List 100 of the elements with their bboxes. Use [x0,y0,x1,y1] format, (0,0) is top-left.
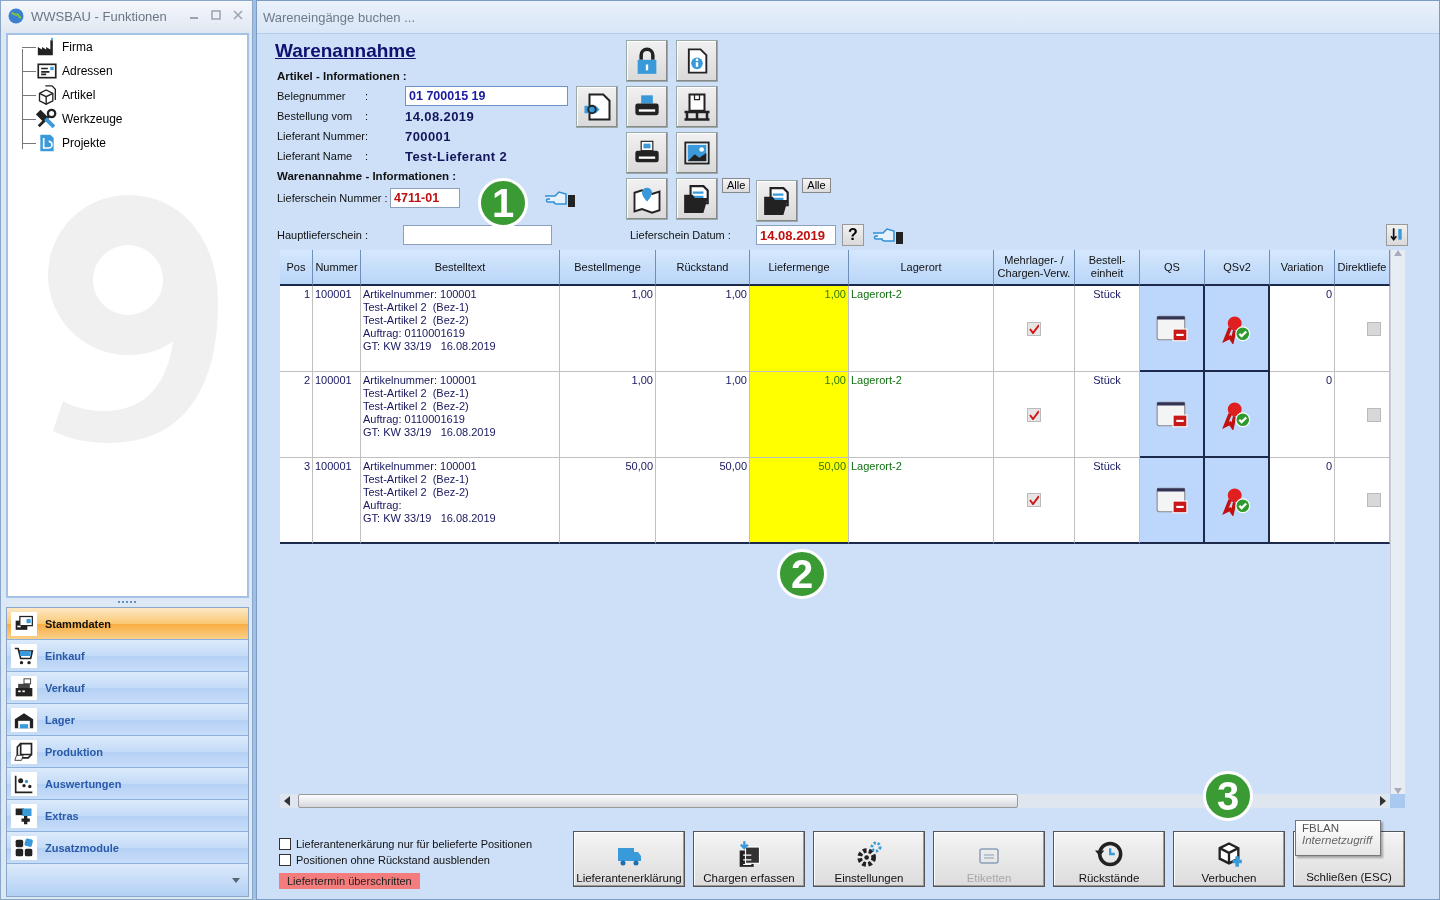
tooltip: FBLAN Internetzugriff [1295,820,1381,856]
scrollbar-thumb[interactable] [298,794,1018,808]
nav-item[interactable]: Produktion [7,736,248,768]
chevron-down-icon[interactable] [232,877,240,883]
table-cell[interactable]: 50,00 [750,458,849,544]
print-button[interactable] [626,86,668,128]
toolbar-button[interactable]: Lieferantenerklärung [573,831,685,887]
toolbar-button[interactable]: Chargen erfassen [693,831,805,887]
tree-item[interactable]: Adressen [36,61,113,81]
map-button[interactable] [626,178,668,220]
splitter-grip[interactable] [117,600,136,605]
step-badge: 1 [478,178,528,228]
window-remove-icon [1154,313,1189,343]
colon-text: : [365,150,370,162]
column-header[interactable]: QSv2 [1205,250,1270,286]
checkbox[interactable]: Lieferantenerkärung nur für belieferte Positionen [279,836,573,852]
date-field[interactable]: 14.08.2019 [756,225,836,245]
table-cell[interactable]: 1,00 [750,372,849,458]
window-remove-icon [1154,485,1189,515]
field-value: 14.08.2019 [405,108,475,124]
table-cell[interactable]: 1,00 [750,286,849,372]
checkbox[interactable] [1367,493,1381,507]
table-cell: 100001 [313,458,361,544]
qsv2-button[interactable] [1205,372,1270,458]
table-cell: Lagerort-2 [849,372,994,458]
table-cell: 1,00 [656,286,750,372]
folder-button[interactable] [676,178,718,220]
info-button[interactable] [676,40,718,82]
table-cell: 0 [1270,372,1335,458]
table-cell: 2 [280,372,313,458]
tree-item[interactable]: Werkzeuge [36,108,123,130]
input-field[interactable]: 01 700015 19 [405,86,568,106]
qs-button[interactable] [1140,286,1205,372]
input-field[interactable] [403,225,552,245]
column-header[interactable]: Bestellmenge [560,250,656,286]
table-cell: Stück [1075,458,1140,544]
field-label: Bestellung vom [277,110,354,122]
column-header[interactable]: QS [1140,250,1205,286]
table-cell: 1 [280,286,313,372]
nav-item[interactable]: Lager [7,704,248,736]
table-cell: 50,00 [656,458,750,544]
page-heading: Warenannahme [275,40,417,62]
field-label: Lieferant Name [277,150,354,162]
nav-item[interactable]: Einkauf [7,640,248,672]
toolbar-button[interactable]: Einstellungen [813,831,925,887]
module-icon [13,645,35,666]
scroll-left-arrow-icon[interactable] [284,796,292,806]
table-cell: 0 [1270,458,1335,544]
copy-document-button[interactable] [576,86,618,128]
toolbar-button[interactable]: Verbuchen [1173,831,1285,887]
column-header[interactable]: Mehrlager- / Chargen-Verw. [994,250,1075,286]
warning-badge: Liefertermin überschritten [279,873,420,889]
column-header[interactable]: Bestelltext [361,250,560,286]
folder-button[interactable] [756,180,799,222]
qs-button[interactable] [1140,458,1205,544]
column-header[interactable]: Liefermenge [750,250,849,286]
nav-item[interactable]: Zusatzmodule [7,832,248,864]
lock-button[interactable] [626,40,668,82]
checkbox[interactable]: Positionen ohne Rückstand ausblenden [279,852,573,868]
pallet-box-icon [682,92,712,122]
module-icon [13,837,35,858]
column-header[interactable]: Direktliefe [1335,250,1390,286]
all-button[interactable]: Alle [802,178,831,193]
column-header[interactable]: Variation [1270,250,1335,286]
column-header[interactable]: Bestell-einheit [1075,250,1140,286]
checkbox[interactable] [1027,493,1041,507]
qsv2-button[interactable] [1205,458,1270,544]
nav-item[interactable]: Extras [7,800,248,832]
input-field[interactable]: 4711-01 [390,188,460,208]
pallet-button[interactable] [676,86,718,128]
nav-item[interactable]: Stammdaten [7,608,248,640]
tree-item[interactable]: Projekte [36,133,107,153]
column-header[interactable]: Lagerort [849,250,994,286]
all-button[interactable]: Alle [722,178,751,193]
column-header[interactable]: Rückstand [656,250,750,286]
nav-item[interactable]: Auswertungen [7,768,248,800]
print-preview-button[interactable] [626,132,668,174]
scroll-right-arrow-icon[interactable] [1378,796,1386,806]
checkbox[interactable] [1027,321,1041,336]
tree-item[interactable]: Firma [36,37,93,57]
column-header[interactable]: Pos [280,250,313,286]
sort-button[interactable] [1386,224,1408,246]
table-cell: 1,00 [560,372,656,458]
step-badge: 2 [777,549,827,599]
qs-button[interactable] [1140,372,1205,458]
checkbox[interactable] [1027,407,1041,422]
image-button[interactable] [676,132,718,174]
toolbar-button[interactable]: Rückstände [1053,831,1165,887]
tree-item[interactable]: Artikel [36,85,96,105]
checkbox[interactable] [1367,321,1381,336]
checkbox[interactable] [1367,407,1381,422]
scrollbar-corner [1390,794,1405,808]
module-icon [13,741,35,762]
table-cell: Artikelnummer: 100001 Test-Artikel 2 (Bez-1) Test-Artikel 2 (Bez-2) Auftrag: 0110001619 GT: KW 33/19 16.08.2019 [361,372,560,458]
qsv2-button[interactable] [1205,286,1270,372]
window-title: Wareneingänge buchen ... [263,9,415,25]
help-button[interactable]: ? [842,224,864,246]
table-cell: 50,00 [560,458,656,544]
column-header[interactable]: Nummer [313,250,361,286]
nav-item[interactable]: Verkauf [7,672,248,704]
